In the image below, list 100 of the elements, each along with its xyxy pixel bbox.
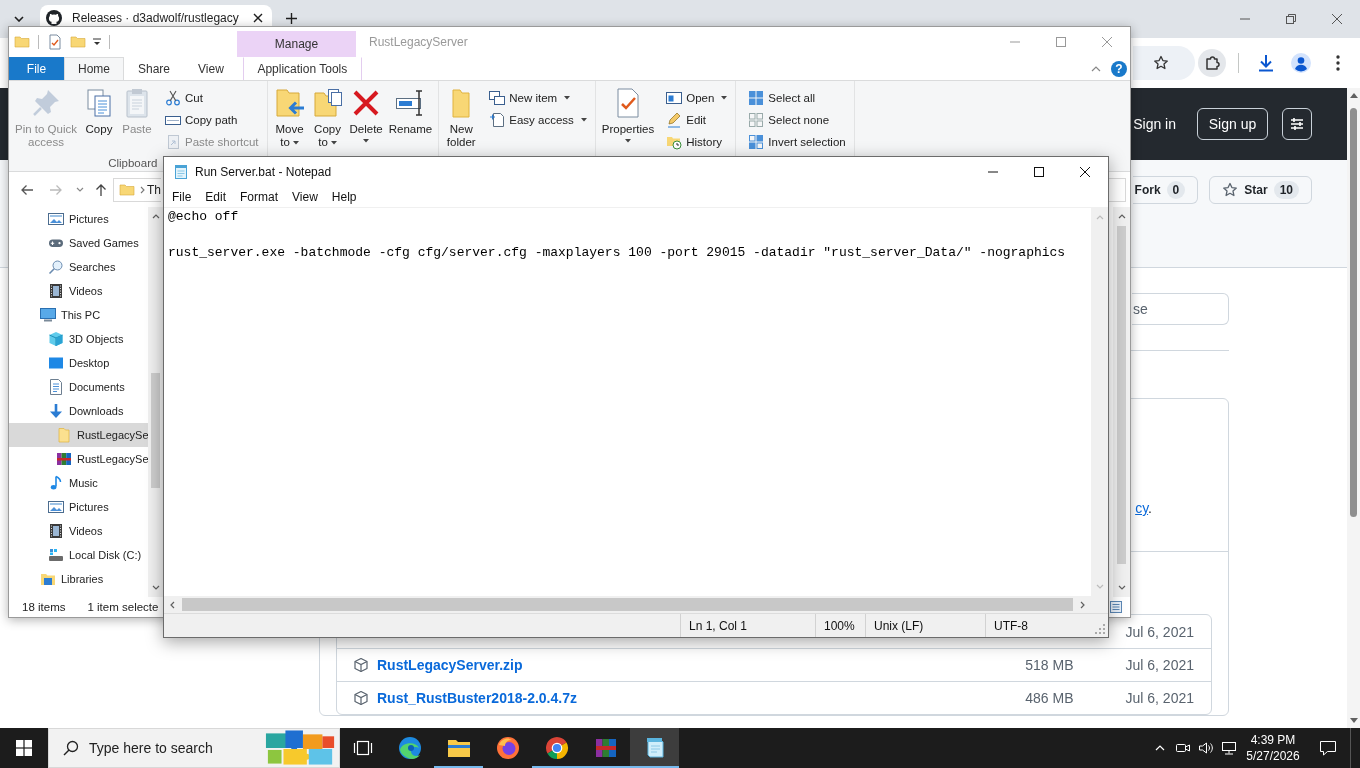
speaker-icon[interactable]	[1197, 740, 1214, 756]
ribbon-button[interactable]: Open	[663, 87, 731, 109]
resize-grip-icon[interactable]	[1095, 624, 1105, 634]
filter-field[interactable]: se	[1132, 293, 1229, 325]
nav-tree-item[interactable]: Pictures	[9, 207, 148, 231]
ribbon-button[interactable]: New item	[486, 87, 590, 109]
back-arrow-icon[interactable]	[20, 182, 34, 197]
picture-icon	[48, 211, 64, 227]
ribbon-button[interactable]: Copy to	[308, 87, 347, 157]
clock-date[interactable]: 5/27/2026	[1246, 748, 1300, 764]
up-arrow-icon[interactable]	[1349, 93, 1358, 98]
books-icon	[593, 736, 618, 760]
ribbon-button[interactable]: New folder	[442, 87, 481, 157]
menu-item[interactable]: Format	[233, 190, 286, 204]
monitor-icon[interactable]	[1220, 740, 1237, 756]
ribbon-button[interactable]: Cut	[162, 87, 262, 109]
help-button[interactable]: ?	[1111, 60, 1127, 77]
scrollbar-track[interactable]	[1113, 207, 1130, 597]
sign-in-link[interactable]: Sign in	[1133, 116, 1176, 132]
nav-tree-item[interactable]: Videos	[9, 519, 148, 543]
ribbon-button[interactable]: Properties	[598, 87, 658, 157]
sign-up-button[interactable]: Sign up	[1197, 108, 1268, 140]
nav-tree-item[interactable]: Documents	[9, 375, 148, 399]
ribbon-button[interactable]: Edit	[663, 109, 731, 131]
address-bar[interactable]: Th	[113, 177, 161, 202]
down-arrow-icon[interactable]	[1349, 718, 1358, 723]
ribbon-button[interactable]: Copy path	[162, 109, 262, 131]
repo-action-button[interactable]: Star 10	[1209, 176, 1312, 204]
plus-icon[interactable]	[286, 13, 297, 24]
asset-link[interactable]: RustLegacyServer.zip	[377, 657, 523, 673]
notification-icon[interactable]	[1319, 739, 1337, 757]
menu-item[interactable]: File	[165, 190, 199, 204]
close-icon[interactable]	[1080, 167, 1090, 177]
scrollbar-track[interactable]	[1347, 88, 1360, 728]
empty-grid-icon	[748, 112, 765, 128]
chevron-right-icon[interactable]	[1080, 600, 1085, 609]
nav-tree-item[interactable]: Videos	[9, 279, 148, 303]
nav-tree-item[interactable]: This PC	[9, 303, 148, 327]
menu-item[interactable]: Help	[324, 190, 364, 204]
caret-down-icon[interactable]	[14, 15, 24, 22]
checked-document-icon[interactable]	[47, 34, 63, 50]
puzzle-piece-icon[interactable]	[1198, 49, 1226, 77]
address-bar[interactable]	[1133, 46, 1195, 80]
nav-tree-item[interactable]: RustLegacySe	[9, 423, 148, 447]
menu-item[interactable]: Edit	[198, 190, 234, 204]
close-icon[interactable]	[253, 13, 263, 23]
breadcrumb-item[interactable]: Th	[147, 182, 161, 197]
clock-time[interactable]: 4:39 PM	[1250, 732, 1296, 748]
ribbon-button[interactable]: Select none	[745, 109, 849, 131]
nav-tree-item[interactable]: Local Disk (C:)	[9, 543, 148, 567]
nav-tree-item[interactable]: 3D Objects	[9, 327, 148, 351]
scrollbar-thumb[interactable]	[1117, 226, 1126, 564]
ribbon-tab[interactable]: File	[9, 57, 64, 80]
release-date: Jul 6, 2021	[1125, 690, 1194, 706]
details-view-icon[interactable]	[1110, 601, 1122, 613]
download-icon[interactable]	[1256, 53, 1276, 73]
ribbon-button[interactable]: Rename	[385, 87, 436, 157]
search-field[interactable]: Type here to search	[48, 728, 340, 768]
ribbon-tab[interactable]: View	[184, 57, 238, 80]
dropdown-icon[interactable]	[93, 38, 101, 46]
restore-icon[interactable]	[1286, 14, 1296, 24]
star-icon[interactable]	[1153, 55, 1169, 71]
asset-link[interactable]: Rust_RustBuster2018-2.0.4.7z	[377, 690, 577, 706]
nav-tree-item[interactable]: Music	[9, 471, 148, 495]
scrollbar-thumb[interactable]	[151, 373, 160, 488]
ribbon-button[interactable]: Invert selection	[745, 131, 849, 153]
ribbon-button[interactable]: Move to	[270, 87, 309, 157]
segmented-circle-icon	[544, 736, 569, 760]
nav-tree-item[interactable]: Downloads	[9, 399, 148, 423]
text-editor[interactable]: @echo off rust_server.exe -batchmode -cfg cfg/server.cfg -maxplayers 100 -port 29015 -datadir "rust_server_Data/" -nographics	[164, 208, 1091, 596]
film-icon	[48, 523, 64, 539]
chevron-down-icon[interactable]	[76, 187, 84, 192]
nav-tree-item[interactable]: Saved Games	[9, 231, 148, 255]
nav-tree-item[interactable]: Desktop	[9, 351, 148, 375]
nav-tree-item[interactable]: Pictures	[9, 495, 148, 519]
chevron-down-icon[interactable]	[1117, 585, 1126, 590]
avatar-icon[interactable]	[1291, 53, 1311, 73]
maximize-icon[interactable]	[1034, 167, 1044, 177]
chevron-left-icon[interactable]	[170, 600, 175, 609]
ribbon-button[interactable]: Easy access	[486, 109, 590, 131]
menu-icon[interactable]	[1336, 55, 1340, 71]
ribbon-button[interactable]: Select all	[745, 87, 849, 109]
ribbon-tab[interactable]: Home	[64, 57, 124, 80]
scrollbar-track[interactable]	[148, 207, 163, 597]
nav-tree-item[interactable]: Libraries	[9, 567, 148, 591]
nav-tree-item[interactable]: Searches	[9, 255, 148, 279]
nav-tree-item[interactable]: RustLegacySe	[9, 447, 148, 471]
browser-tab[interactable]: Releases · d3adwolf/rustlegacy	[40, 5, 272, 26]
ribbon-tab[interactable]: Share	[124, 57, 185, 80]
ribbon-button[interactable]: History	[663, 131, 731, 153]
ribbon-button[interactable]: Delete	[346, 87, 386, 157]
ribbon-button[interactable]: Copy	[80, 87, 118, 157]
menu-item[interactable]: View	[285, 190, 325, 204]
filter-button[interactable]	[1282, 108, 1312, 140]
taskbar-app-button[interactable]	[630, 728, 679, 768]
repo-action-button[interactable]: Fork 0	[1132, 176, 1199, 204]
chevron-down-icon[interactable]	[151, 585, 160, 590]
up-arrow-icon[interactable]	[94, 182, 108, 197]
scrollbar-thumb[interactable]	[1350, 108, 1357, 517]
window-icon	[666, 90, 683, 106]
